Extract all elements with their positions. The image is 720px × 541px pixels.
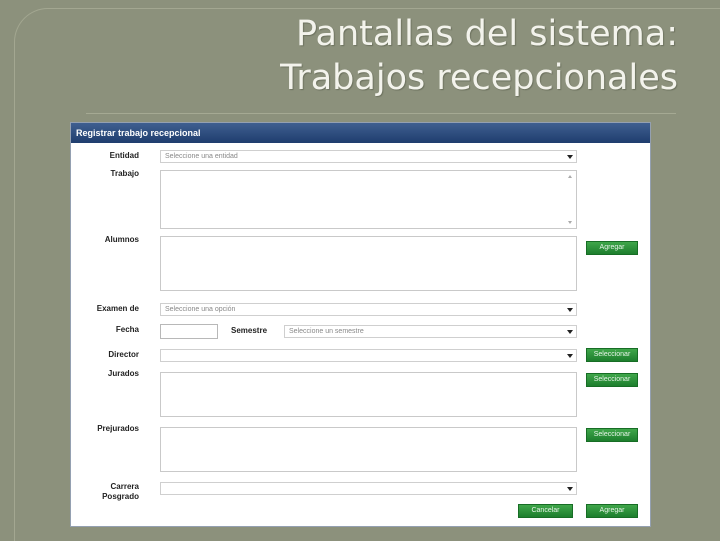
chevron-down-icon (567, 308, 573, 312)
entidad-select-value: Seleccione una entidad (165, 153, 238, 160)
cancelar-button[interactable]: Cancelar (518, 504, 573, 518)
semestre-select[interactable]: Seleccione un semestre (284, 325, 577, 338)
chevron-down-icon (567, 354, 573, 358)
semestre-select-value: Seleccione un semestre (289, 328, 364, 335)
examen-select[interactable]: Seleccione una opción (160, 303, 577, 316)
seleccionar-prejurados-button[interactable]: Seleccionar (586, 428, 638, 442)
carrera-label-line-2: Posgrado (102, 492, 139, 501)
seleccionar-jurados-button[interactable]: Seleccionar (586, 373, 638, 387)
prejurados-list[interactable] (160, 427, 577, 472)
director-label: Director (108, 350, 139, 359)
registrar-trabajo-form: Registrar trabajo recepcional Entidad Se… (70, 122, 651, 527)
agregar-alumno-button[interactable]: Agregar (586, 241, 638, 255)
chevron-down-icon (567, 487, 573, 491)
trabajo-label: Trabajo (110, 169, 139, 178)
jurados-list[interactable] (160, 372, 577, 417)
fecha-input[interactable] (160, 324, 218, 339)
carrera-label-line-1: Carrera (110, 482, 139, 491)
carrera-posgrado-select[interactable] (160, 482, 577, 495)
slide-title-line-1: Pantallas del sistema: (296, 14, 678, 54)
trabajo-textarea[interactable] (160, 170, 577, 229)
title-divider (86, 113, 676, 114)
examen-select-value: Seleccione una opción (165, 306, 236, 313)
slide-title: Pantallas del sistema: Trabajos recepcio… (78, 12, 678, 100)
semestre-label: Semestre (231, 326, 268, 335)
alumnos-list[interactable] (160, 236, 577, 291)
chevron-down-icon (567, 330, 573, 334)
entidad-label: Entidad (109, 151, 139, 160)
agregar-button[interactable]: Agregar (586, 504, 638, 518)
director-select[interactable] (160, 349, 577, 362)
carrera-posgrado-label: Carrera Posgrado (71, 482, 139, 502)
jurados-label: Jurados (107, 369, 139, 378)
prejurados-label: Prejurados (97, 424, 139, 433)
chevron-down-icon (567, 155, 573, 159)
slide-title-line-2: Trabajos recepcionales (280, 58, 678, 98)
fecha-label: Fecha (115, 325, 139, 334)
entidad-select[interactable]: Seleccione una entidad (160, 150, 577, 163)
alumnos-label: Alumnos (104, 235, 139, 244)
scroll-down-icon[interactable] (568, 221, 572, 224)
seleccionar-director-button[interactable]: Seleccionar (586, 348, 638, 362)
scroll-up-icon[interactable] (568, 175, 572, 178)
form-header: Registrar trabajo recepcional (71, 123, 650, 143)
examen-label: Examen de (96, 304, 139, 313)
